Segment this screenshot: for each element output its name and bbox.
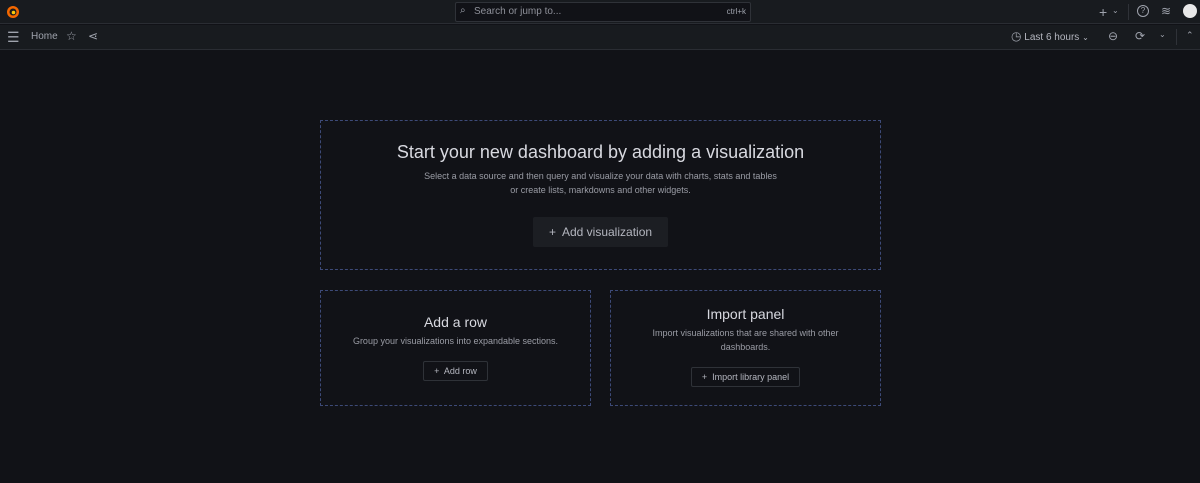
panel-description: dashboards. [720, 342, 771, 352]
panel-title: Start your new dashboard by adding a vis… [396, 142, 805, 162]
button-label: Add visualization [561, 225, 653, 239]
add-visualization-panel: Start your new dashboard by adding a vis… [320, 120, 881, 270]
divider [1128, 4, 1129, 20]
help-icon[interactable]: ? [1137, 5, 1149, 17]
add-row-button[interactable]: + Add row [423, 361, 488, 381]
chevron-up-icon[interactable]: ⌃ [1186, 31, 1194, 40]
panel-description: Import visualizations that are shared wi… [652, 328, 839, 338]
import-panel: Import panel Import visualizations that … [610, 290, 881, 406]
panel-description: Group your visualizations into expandabl… [352, 336, 559, 346]
menu-icon[interactable]: ☰ [7, 30, 20, 44]
search-input[interactable]: ⌕ Search or jump to... ctrl+k [455, 2, 751, 22]
search-icon: ⌕ [460, 5, 466, 16]
panel-description: Select a data source and then query and … [424, 171, 777, 181]
star-icon[interactable]: ☆ [66, 30, 77, 42]
time-range-picker[interactable]: ◷ Last 6 hours ⌄ [1011, 30, 1089, 43]
import-library-panel-button[interactable]: + Import library panel [690, 367, 801, 387]
plus-icon: + [434, 366, 440, 376]
shortcut-hint: ctrl+k [726, 7, 746, 16]
button-label: Add row [443, 366, 477, 376]
plus-icon: + [701, 372, 708, 382]
new-plus-icon[interactable]: + [1099, 5, 1107, 19]
zoom-out-icon[interactable]: ⊖ [1108, 30, 1118, 42]
avatar[interactable] [1183, 4, 1197, 18]
time-range-label: Last 6 hours [1024, 32, 1080, 43]
top-bar: ⌕ Search or jump to... ctrl+k + ⌄ ? ≋ [0, 0, 1200, 24]
chevron-down-icon: ⌄ [1082, 33, 1089, 42]
plus-icon: + [548, 225, 556, 239]
refresh-icon[interactable]: ⟳ [1135, 30, 1145, 42]
button-label: Import library panel [712, 372, 790, 382]
divider [1176, 29, 1177, 45]
panel-title: Import panel [706, 306, 785, 322]
share-icon[interactable]: ⋖ [88, 30, 98, 42]
chevron-down-icon[interactable]: ⌄ [1159, 31, 1166, 39]
panel-description: or create lists, markdowns and other wid… [510, 185, 691, 195]
news-rss-icon[interactable]: ≋ [1161, 5, 1171, 17]
chevron-down-icon[interactable]: ⌄ [1112, 7, 1119, 15]
dashboard-nav: ☰ Home ☆ ⋖ ◷ Last 6 hours ⌄ ⊖ ⟳ ⌄ ⌃ [0, 25, 1200, 50]
clock-icon: ◷ [1011, 29, 1022, 43]
breadcrumb[interactable]: Home [31, 31, 58, 42]
grafana-logo-icon[interactable] [6, 5, 20, 19]
panel-title: Add a row [423, 314, 488, 330]
search-placeholder: Search or jump to... [474, 6, 562, 17]
add-row-panel: Add a row Group your visualizations into… [320, 290, 591, 406]
add-visualization-button[interactable]: + Add visualization [532, 217, 669, 247]
